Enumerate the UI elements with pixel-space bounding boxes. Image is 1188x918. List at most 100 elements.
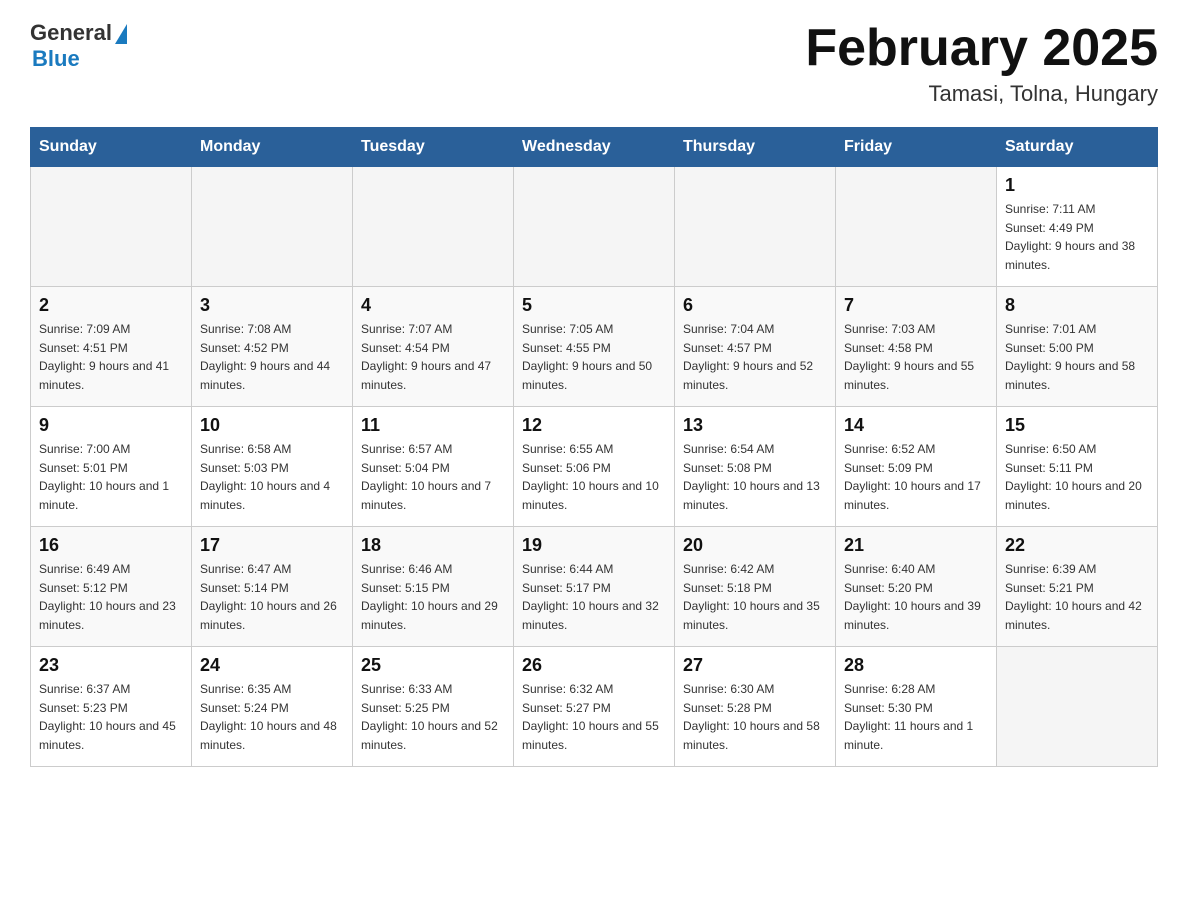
calendar-cell [192,167,353,287]
day-sun-info: Sunrise: 6:58 AM Sunset: 5:03 PM Dayligh… [200,440,344,514]
day-number: 15 [1005,415,1149,436]
day-sun-info: Sunrise: 6:47 AM Sunset: 5:14 PM Dayligh… [200,560,344,634]
logo: General Blue [30,20,127,72]
day-number: 1 [1005,175,1149,196]
location-text: Tamasi, Tolna, Hungary [805,81,1158,107]
calendar-table: SundayMondayTuesdayWednesdayThursdayFrid… [30,127,1158,767]
calendar-cell: 17Sunrise: 6:47 AM Sunset: 5:14 PM Dayli… [192,527,353,647]
day-sun-info: Sunrise: 7:09 AM Sunset: 4:51 PM Dayligh… [39,320,183,394]
day-number: 9 [39,415,183,436]
title-block: February 2025 Tamasi, Tolna, Hungary [805,20,1158,107]
calendar-cell [675,167,836,287]
calendar-cell [836,167,997,287]
calendar-cell: 4Sunrise: 7:07 AM Sunset: 4:54 PM Daylig… [353,287,514,407]
day-sun-info: Sunrise: 7:00 AM Sunset: 5:01 PM Dayligh… [39,440,183,514]
day-of-week-header: Monday [192,128,353,167]
page-header: General Blue February 2025 Tamasi, Tolna… [30,20,1158,107]
day-sun-info: Sunrise: 6:49 AM Sunset: 5:12 PM Dayligh… [39,560,183,634]
day-sun-info: Sunrise: 6:33 AM Sunset: 5:25 PM Dayligh… [361,680,505,754]
calendar-cell: 15 Sunrise: 6:50 AM Sunset: 5:11 PM Dayli… [997,407,1158,527]
day-number: 11 [361,415,505,436]
day-of-week-header: Sunday [31,128,192,167]
day-sun-info: Sunrise: 6:37 AM Sunset: 5:23 PM Dayligh… [39,680,183,754]
calendar-cell: 26 Sunrise: 6:32 AM Sunset: 5:27 PM Dayli… [514,647,675,767]
calendar-cell: 22 Sunrise: 6:39 AM Sunset: 5:21 PM Dayli… [997,527,1158,647]
calendar-cell: 7 Sunrise: 7:03 AM Sunset: 4:58 PM Daylig… [836,287,997,407]
calendar-cell: 13 Sunrise: 6:54 AM Sunset: 5:08 PM Dayli… [675,407,836,527]
day-of-week-header: Wednesday [514,128,675,167]
calendar-cell: 6 Sunrise: 7:04 AM Sunset: 4:57 PM Daylig… [675,287,836,407]
day-number: 14 [844,415,988,436]
day-number: 27 [683,655,827,676]
calendar-cell [31,167,192,287]
day-number: 25 [361,655,505,676]
day-number: 3 [200,295,344,316]
day-number: 2 [39,295,183,316]
day-sun-info: Sunrise: 6:57 AM Sunset: 5:04 PM Dayligh… [361,440,505,514]
calendar-cell: 21 Sunrise: 6:40 AM Sunset: 5:20 PM Dayli… [836,527,997,647]
day-sun-info: Sunrise: 7:07 AM Sunset: 4:54 PM Dayligh… [361,320,505,394]
calendar-week-row: 16 Sunrise: 6:49 AM Sunset: 5:12 PM Dayli… [31,527,1158,647]
logo-general-text: General [30,20,112,46]
day-sun-info: Sunrise: 7:03 AM Sunset: 4:58 PM Dayligh… [844,320,988,394]
calendar-cell: 23 Sunrise: 6:37 AM Sunset: 5:23 PM Dayli… [31,647,192,767]
day-sun-info: Sunrise: 7:11 AM Sunset: 4:49 PM Dayligh… [1005,200,1149,274]
calendar-week-row: 9 Sunrise: 7:00 AM Sunset: 5:01 PM Daylig… [31,407,1158,527]
day-number: 12 [522,415,666,436]
day-number: 19 [522,535,666,556]
calendar-cell: 10 Sunrise: 6:58 AM Sunset: 5:03 PM Dayli… [192,407,353,527]
day-number: 8 [1005,295,1149,316]
day-number: 5 [522,295,666,316]
day-sun-info: Sunrise: 6:54 AM Sunset: 5:08 PM Dayligh… [683,440,827,514]
calendar-cell: 28 Sunrise: 6:28 AM Sunset: 5:30 PM Dayli… [836,647,997,767]
day-sun-info: Sunrise: 7:05 AM Sunset: 4:55 PM Dayligh… [522,320,666,394]
day-sun-info: Sunrise: 6:52 AM Sunset: 5:09 PM Dayligh… [844,440,988,514]
calendar-cell: 12 Sunrise: 6:55 AM Sunset: 5:06 PM Dayli… [514,407,675,527]
calendar-cell: 1 Sunrise: 7:11 AM Sunset: 4:49 PM Daylig… [997,167,1158,287]
day-sun-info: Sunrise: 7:04 AM Sunset: 4:57 PM Dayligh… [683,320,827,394]
day-of-week-header: Thursday [675,128,836,167]
day-sun-info: Sunrise: 6:39 AM Sunset: 5:21 PM Dayligh… [1005,560,1149,634]
day-sun-info: Sunrise: 7:01 AM Sunset: 5:00 PM Dayligh… [1005,320,1149,394]
calendar-week-row: 23 Sunrise: 6:37 AM Sunset: 5:23 PM Dayli… [31,647,1158,767]
calendar-cell: 5 Sunrise: 7:05 AM Sunset: 4:55 PM Daylig… [514,287,675,407]
calendar-cell: 3 Sunrise: 7:08 AM Sunset: 4:52 PM Daylig… [192,287,353,407]
day-number: 10 [200,415,344,436]
day-sun-info: Sunrise: 6:50 AM Sunset: 5:11 PM Dayligh… [1005,440,1149,514]
calendar-cell [997,647,1158,767]
day-number: 18 [361,535,505,556]
calendar-cell: 8 Sunrise: 7:01 AM Sunset: 5:00 PM Daylig… [997,287,1158,407]
calendar-cell [514,167,675,287]
day-of-week-header: Friday [836,128,997,167]
day-number: 28 [844,655,988,676]
day-sun-info: Sunrise: 6:32 AM Sunset: 5:27 PM Dayligh… [522,680,666,754]
day-number: 23 [39,655,183,676]
day-sun-info: Sunrise: 6:55 AM Sunset: 5:06 PM Dayligh… [522,440,666,514]
month-title: February 2025 [805,20,1158,77]
day-of-week-header: Tuesday [353,128,514,167]
day-number: 24 [200,655,344,676]
day-number: 16 [39,535,183,556]
day-number: 13 [683,415,827,436]
day-number: 6 [683,295,827,316]
day-sun-info: Sunrise: 6:46 AM Sunset: 5:15 PM Dayligh… [361,560,505,634]
calendar-cell: 20Sunrise: 6:42 AM Sunset: 5:18 PM Dayli… [675,527,836,647]
day-number: 21 [844,535,988,556]
calendar-cell: 9 Sunrise: 7:00 AM Sunset: 5:01 PM Daylig… [31,407,192,527]
day-number: 22 [1005,535,1149,556]
day-sun-info: Sunrise: 6:40 AM Sunset: 5:20 PM Dayligh… [844,560,988,634]
day-number: 20 [683,535,827,556]
day-sun-info: Sunrise: 6:44 AM Sunset: 5:17 PM Dayligh… [522,560,666,634]
calendar-cell: 2 Sunrise: 7:09 AM Sunset: 4:51 PM Daylig… [31,287,192,407]
logo-triangle-icon [115,24,127,44]
calendar-week-row: 2 Sunrise: 7:09 AM Sunset: 4:51 PM Daylig… [31,287,1158,407]
day-number: 26 [522,655,666,676]
day-number: 7 [844,295,988,316]
calendar-week-row: 1 Sunrise: 7:11 AM Sunset: 4:49 PM Daylig… [31,167,1158,287]
day-sun-info: Sunrise: 7:08 AM Sunset: 4:52 PM Dayligh… [200,320,344,394]
day-sun-info: Sunrise: 6:28 AM Sunset: 5:30 PM Dayligh… [844,680,988,754]
calendar-cell: 27Sunrise: 6:30 AM Sunset: 5:28 PM Dayli… [675,647,836,767]
calendar-cell [353,167,514,287]
day-sun-info: Sunrise: 6:35 AM Sunset: 5:24 PM Dayligh… [200,680,344,754]
logo-blue-text: Blue [32,46,80,72]
